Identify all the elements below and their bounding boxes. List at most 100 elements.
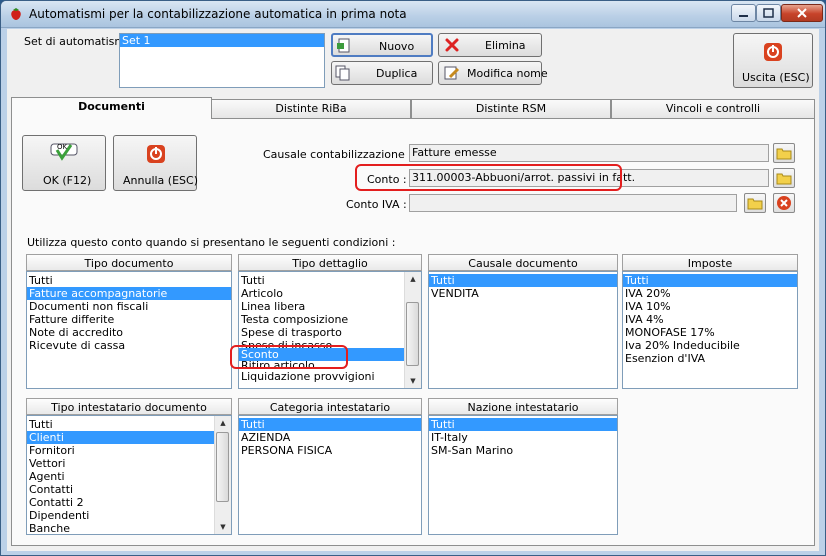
conto-browse-button[interactable] <box>773 168 795 188</box>
list-item[interactable]: SM-San Marino <box>429 444 617 457</box>
categoria-intestatario-list[interactable]: Tutti AZIENDA PERSONA FISICA <box>238 415 422 535</box>
documenti-panel: OK OK (F12) Annulla (ESC) Causale contab… <box>11 118 815 546</box>
list-item[interactable]: Articolo <box>239 287 405 300</box>
list-item[interactable]: Banche <box>27 522 215 534</box>
tab-vincoli-controlli[interactable]: Vincoli e controlli <box>611 99 815 118</box>
list-item[interactable]: Fatture accompagnatorie <box>27 287 231 300</box>
list-item[interactable]: Iva 20% Indeducibile <box>623 339 797 352</box>
causale-browse-button[interactable] <box>773 143 795 163</box>
list-item[interactable]: IVA 10% <box>623 300 797 313</box>
nuovo-label: Nuovo <box>379 40 415 53</box>
folder-icon <box>747 198 763 210</box>
modifica-nome-label: Modifica nome <box>467 67 548 80</box>
list-item[interactable]: Tutti <box>27 274 231 287</box>
list-item[interactable]: IVA 20% <box>623 287 797 300</box>
list-item[interactable]: Tutti <box>623 274 797 287</box>
list-item[interactable]: Tutti <box>27 418 215 431</box>
list-item[interactable]: Tutti <box>429 274 617 287</box>
conto-iva-clear-button[interactable] <box>773 193 795 213</box>
list-item[interactable]: Agenti <box>27 470 215 483</box>
new-document-icon <box>337 38 350 53</box>
list-item[interactable]: MONOFASE 17% <box>623 326 797 339</box>
modifica-nome-button[interactable]: Modifica nome <box>438 61 548 85</box>
tipo-dettaglio-scrollbar[interactable]: ▲ ▼ <box>404 272 421 388</box>
list-item[interactable]: IVA 4% <box>623 313 797 326</box>
list-item[interactable]: Documenti non fiscali <box>27 300 231 313</box>
list-item[interactable]: AZIENDA <box>239 431 421 444</box>
duplica-label: Duplica <box>376 67 418 80</box>
list-item[interactable]: IT-Italy <box>429 431 617 444</box>
imposte-list[interactable]: Tutti IVA 20% IVA 10% IVA 4% MONOFASE 17… <box>622 271 798 389</box>
conto-iva-browse-button[interactable] <box>744 193 766 213</box>
maximize-button[interactable] <box>756 4 781 22</box>
set-list[interactable]: Set 1 <box>119 33 325 88</box>
scroll-thumb[interactable] <box>216 432 229 502</box>
conto-iva-field[interactable] <box>409 194 737 212</box>
scroll-up-icon[interactable]: ▲ <box>405 272 421 286</box>
set-list-item[interactable]: Set 1 <box>120 34 324 47</box>
ok-label: OK (F12) <box>43 174 92 187</box>
tipo-dettaglio-list[interactable]: Tutti Articolo Linea libera Testa compos… <box>238 271 422 389</box>
nuovo-button[interactable]: Nuovo <box>331 33 433 57</box>
minimize-button[interactable] <box>731 4 756 22</box>
minimize-icon <box>739 15 748 17</box>
list-item[interactable]: Esenzion d'IVA <box>623 352 797 365</box>
list-item[interactable]: Tutti <box>239 274 405 287</box>
clear-x-icon <box>777 196 791 210</box>
delete-x-icon <box>445 38 459 52</box>
list-item[interactable]: Vettori <box>27 457 215 470</box>
tab-distinte-riba[interactable]: Distinte RiBa <box>211 99 411 118</box>
scroll-thumb[interactable] <box>406 302 419 366</box>
list-item[interactable]: Dipendenti <box>27 509 215 522</box>
scroll-down-icon[interactable]: ▼ <box>215 520 231 534</box>
tipo-intestatario-list[interactable]: Tutti Clienti Fornitori Vettori Agenti C… <box>26 415 232 535</box>
elimina-button[interactable]: Elimina <box>438 33 542 57</box>
list-item[interactable]: Testa composizione <box>239 313 405 326</box>
causale-field[interactable]: Fatture emesse <box>409 144 769 162</box>
scroll-up-icon[interactable]: ▲ <box>215 416 231 430</box>
uscita-button[interactable]: Uscita (ESC) <box>733 33 813 88</box>
list-item[interactable]: Linea libera <box>239 300 405 313</box>
ok-button[interactable]: OK OK (F12) <box>22 135 106 191</box>
list-item[interactable]: Contatti 2 <box>27 496 215 509</box>
list-item[interactable]: Fornitori <box>27 444 215 457</box>
list-item[interactable]: Note di accredito <box>27 326 231 339</box>
cancel-power-icon <box>147 145 165 163</box>
list-item[interactable]: Contatti <box>27 483 215 496</box>
list-item[interactable]: Clienti <box>27 431 215 444</box>
tipo-documento-list[interactable]: Tutti Fatture accompagnatorie Documenti … <box>26 271 232 389</box>
causale-documento-list[interactable]: Tutti VENDITA <box>428 271 618 389</box>
list-item[interactable]: PERSONA FISICA <box>239 444 421 457</box>
nazione-intestatario-header: Nazione intestatario <box>428 398 618 415</box>
tab-distinte-rsm[interactable]: Distinte RSM <box>411 99 611 118</box>
conto-highlight-annotation <box>355 164 622 191</box>
nazione-intestatario-list[interactable]: Tutti IT-Italy SM-San Marino <box>428 415 618 535</box>
list-item[interactable]: VENDITA <box>429 287 617 300</box>
close-window-button[interactable] <box>781 4 823 22</box>
list-item[interactable]: Ricevute di cassa <box>27 339 231 352</box>
strawberry-app-icon <box>11 8 21 20</box>
ok-icon-text: OK <box>57 143 68 151</box>
edit-pencil-icon <box>444 66 460 80</box>
causale-documento-header: Causale documento <box>428 254 618 271</box>
conto-iva-label: Conto IVA : <box>346 198 407 211</box>
list-item[interactable]: Tutti <box>429 418 617 431</box>
annulla-button[interactable]: Annulla (ESC) <box>113 135 198 191</box>
client-area: Set di automatismi : Set 1 Nuovo Duplica… <box>7 29 819 551</box>
list-item[interactable]: Tutti <box>239 418 421 431</box>
close-icon <box>797 8 807 18</box>
list-item[interactable]: Fatture differite <box>27 313 231 326</box>
tab-documenti[interactable]: Documenti <box>11 97 212 119</box>
duplicate-icon <box>335 65 350 81</box>
tipo-intestatario-scrollbar[interactable]: ▲ ▼ <box>214 416 231 534</box>
list-item[interactable]: Spese di trasporto <box>239 326 405 339</box>
list-item[interactable]: Liquidazione provvigioni <box>239 370 405 383</box>
elimina-label: Elimina <box>485 39 526 52</box>
duplica-button[interactable]: Duplica <box>331 61 433 85</box>
tipo-dettaglio-header: Tipo dettaglio <box>238 254 422 271</box>
sconto-highlight-annotation <box>230 345 348 369</box>
scroll-down-icon[interactable]: ▼ <box>405 374 421 388</box>
annulla-label: Annulla (ESC) <box>123 174 198 187</box>
window-title: Automatismi per la contabilizzazione aut… <box>29 7 407 21</box>
imposte-header: Imposte <box>622 254 798 271</box>
